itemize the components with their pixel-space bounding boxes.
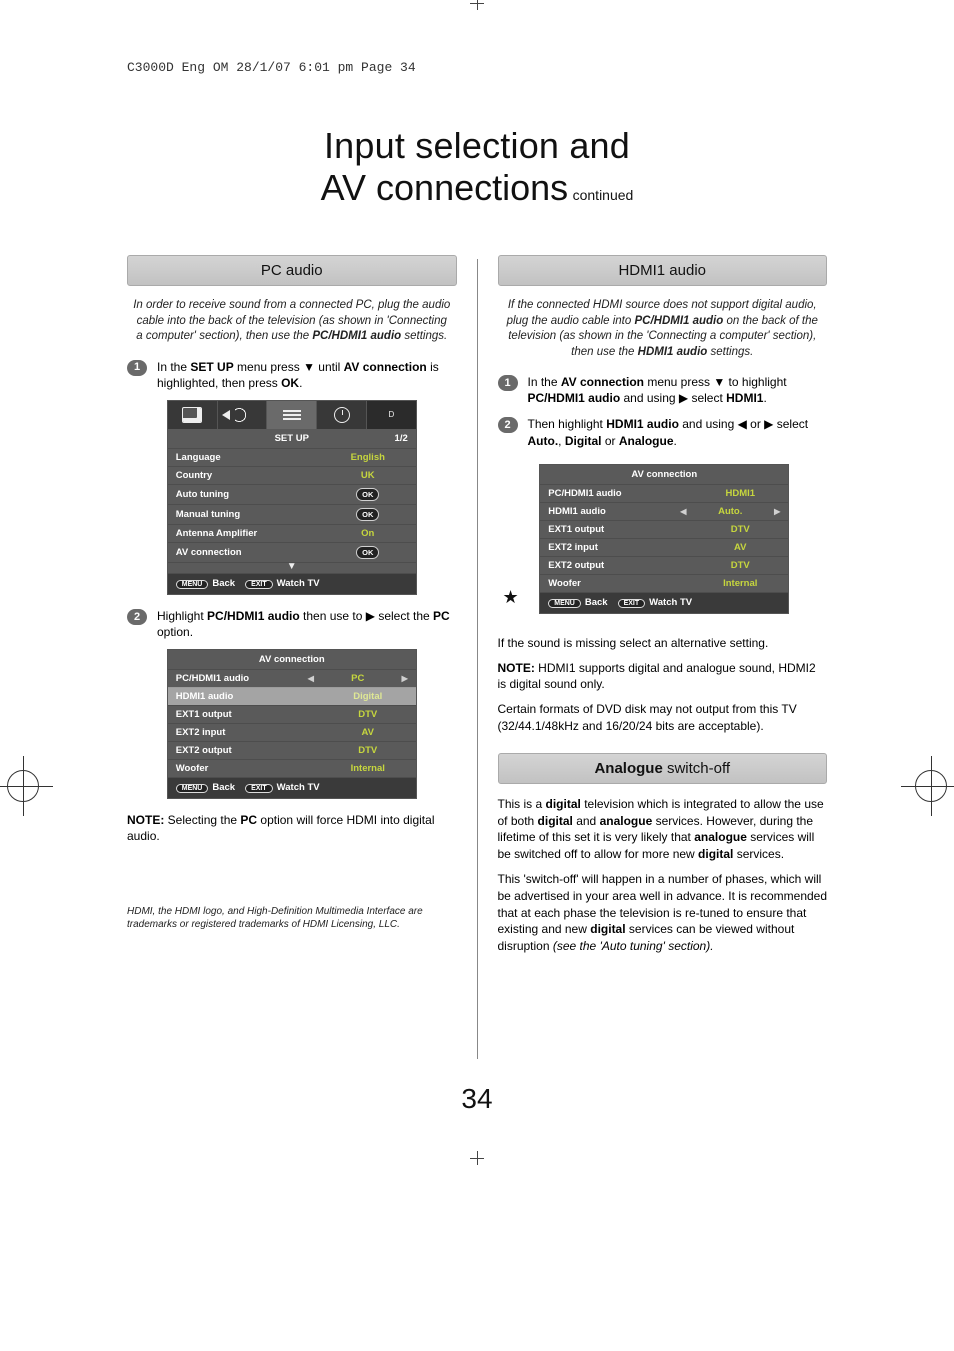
page-number: 34: [67, 1083, 887, 1115]
hdmi1-note: NOTE: HDMI1 supports digital and analogu…: [498, 660, 828, 694]
osd-av-title: AV connection: [631, 469, 697, 480]
registration-mark-left: [7, 770, 39, 802]
osd-title-text: SET UP: [275, 433, 309, 444]
osd-row-pc-hdmi1: PC/HDMI1 audio: [548, 488, 621, 499]
hdmi-legal-notice: HDMI, the HDMI logo, and High-Definition…: [127, 905, 457, 931]
pc-audio-intro: In order to receive sound from a connect…: [133, 298, 451, 345]
osd-page-indicator: 1/2: [309, 433, 408, 444]
crop-mark-bottom: [470, 1151, 484, 1159]
osd-row-ext1-output: EXT1 output: [176, 709, 232, 720]
osd-row-country: Country: [176, 470, 212, 481]
hdmi1-audio-header: HDMI1 audio: [498, 255, 828, 286]
page-title: Input selection and AV connections conti…: [67, 125, 887, 209]
step-number-2: 2: [127, 609, 147, 625]
right-arrow-icon: ▶: [774, 507, 780, 516]
osd-row-manual-tuning: Manual tuning: [176, 509, 240, 520]
osd-av-connection-menu-hdmi: AV connection PC/HDMI1 audioHDMI1 HDMI1 …: [540, 465, 788, 613]
left-column: PC audio In order to receive sound from …: [127, 255, 457, 1063]
left-arrow-icon: ◀: [308, 674, 314, 683]
osd-row-av-connection: AV connection: [176, 547, 242, 558]
column-divider: [477, 259, 478, 1059]
osd-row-ext2-output: EXT2 output: [548, 560, 604, 571]
osd-row-ext2-input: EXT2 input: [176, 727, 226, 738]
pc-audio-header: PC audio: [127, 255, 457, 286]
analogue-para-2: This 'switch-off' will happen in a numbe…: [498, 871, 828, 955]
right-column: HDMI1 audio If the connected HDMI source…: [498, 255, 828, 1063]
osd-row-ext2-input: EXT2 input: [548, 542, 598, 553]
hdmi1-audio-intro: If the connected HDMI source does not su…: [504, 298, 822, 360]
osd-row-woofer: Woofer: [176, 763, 209, 774]
osd-tab-dtv-icon: D: [367, 401, 416, 429]
osd-row-language: Language: [176, 452, 221, 463]
osd-row-woofer: Woofer: [548, 578, 581, 589]
step-number-2: 2: [498, 417, 518, 433]
pc-audio-step-1: 1 In the SET UP menu press ▼ until AV co…: [127, 359, 457, 391]
osd-row-ext1-output: EXT1 output: [548, 524, 604, 535]
hdmi1-step-1: 1 In the AV connection menu press ▼ to h…: [498, 374, 828, 406]
osd-av-connection-menu-pc: AV connection PC/HDMI1 audio ◀PC▶ HDMI1 …: [168, 650, 416, 798]
osd-row-hdmi1-audio: HDMI1 audio: [176, 691, 234, 702]
title-continued: continued: [573, 187, 634, 203]
hdmi1-para-1: If the sound is missing select an altern…: [498, 635, 828, 652]
title-line-2: AV connections: [321, 167, 568, 208]
analogue-para-1: This is a digital television which is in…: [498, 796, 828, 863]
osd-tab-features-icon: [267, 401, 317, 429]
registration-mark-right: [915, 770, 947, 802]
osd-tab-timer-icon: [317, 401, 367, 429]
crop-mark-top: [470, 0, 484, 4]
osd-tab-picture-icon: [168, 401, 218, 429]
osd-row-pc-hdmi1: PC/HDMI1 audio: [176, 673, 249, 684]
step-number-1: 1: [127, 360, 147, 376]
osd-setup-menu: D SET UP 1/2 LanguageEnglish CountryUK A…: [168, 401, 416, 594]
osd-row-auto-tuning: Auto tuning: [176, 489, 229, 500]
hdmi1-step-2: 2 Then highlight HDMI1 audio and using ◀…: [498, 416, 828, 448]
osd-scroll-down-icon: ▼: [168, 562, 416, 573]
print-slug: C3000D Eng OM 28/1/07 6:01 pm Page 34: [67, 20, 887, 85]
osd-av-title: AV connection: [259, 654, 325, 665]
pc-audio-note: NOTE: Selecting the PC option will force…: [127, 812, 457, 844]
pc-audio-step-2: 2 Highlight PC/HDMI1 audio then use to ▶…: [127, 608, 457, 640]
left-arrow-icon: ◀: [680, 507, 686, 516]
right-arrow-icon: ▶: [402, 674, 408, 683]
osd-row-antenna-amp: Antenna Amplifier: [176, 528, 257, 539]
hdmi1-para-3: Certain formats of DVD disk may not outp…: [498, 701, 828, 735]
analogue-switchoff-header: Analogue switch-off: [498, 753, 828, 784]
osd-row-hdmi1-audio: HDMI1 audio: [548, 506, 606, 517]
osd-tab-sound-icon: [218, 401, 268, 429]
step-number-1: 1: [498, 375, 518, 391]
osd-row-ext2-output: EXT2 output: [176, 745, 232, 756]
title-line-1: Input selection and: [67, 125, 887, 167]
